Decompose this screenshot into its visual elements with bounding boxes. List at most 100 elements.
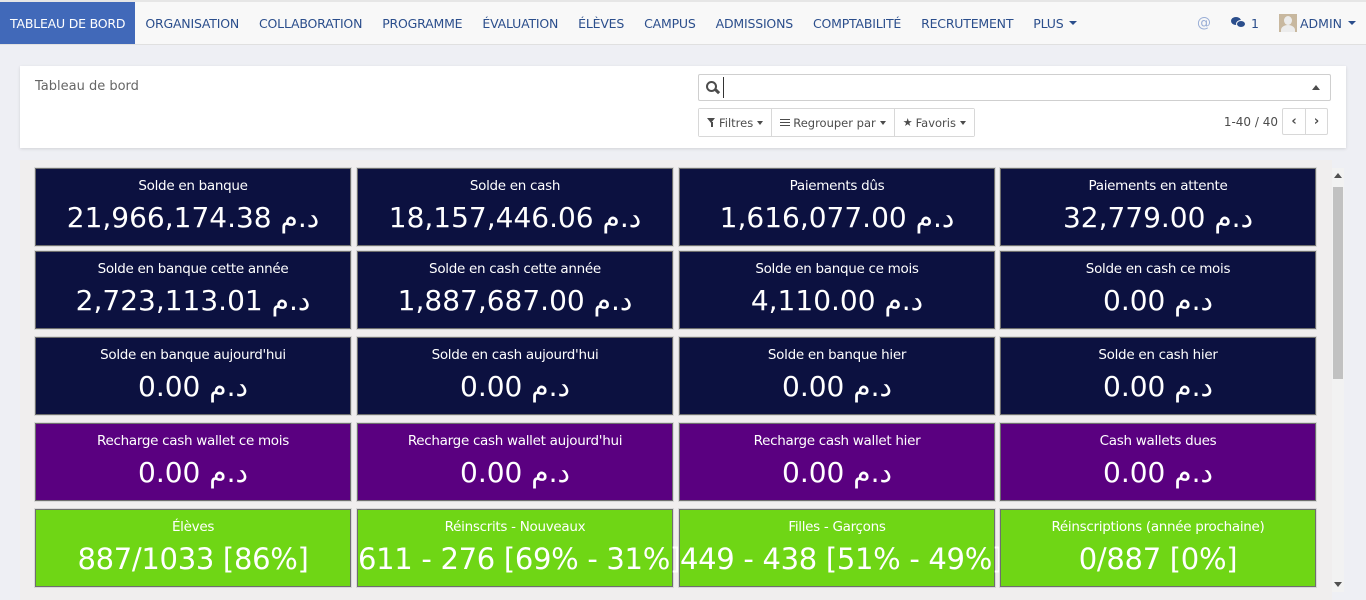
nav-label: PLUS bbox=[1033, 15, 1064, 31]
scroll-down-icon[interactable] bbox=[1334, 582, 1342, 587]
search-icon bbox=[706, 81, 721, 95]
scroll-thumb[interactable] bbox=[1333, 187, 1343, 379]
dashboard-tile[interactable]: Solde en banque aujourd'hui 0.00 د.م bbox=[34, 336, 352, 416]
dashboard-grid: Solde en banque 21,966,174.38 د.م Solde en… bbox=[20, 160, 1332, 600]
tile-value: 18,157,446.06 د.م bbox=[388, 201, 642, 234]
dashboard-tile[interactable]: Filles - Garçons 449 - 438 [51% - 49%] bbox=[678, 508, 1003, 588]
pager-previous-button[interactable]: ‹ bbox=[1283, 109, 1305, 134]
control-panel: Tableau de bord Filtres Regrouper par ★ … bbox=[20, 66, 1346, 148]
nav-comptabilite[interactable]: COMPTABILITÉ bbox=[803, 2, 911, 44]
nav-label: CAMPUS bbox=[644, 15, 696, 31]
tile-label: Élèves bbox=[171, 519, 215, 535]
chevron-left-icon: ‹ bbox=[1291, 114, 1297, 129]
dashboard-tile[interactable]: Paiements en attente 32,779.00 د.م bbox=[999, 167, 1317, 247]
dashboard-tile[interactable]: Recharge cash wallet aujourd'hui 0.00 د.م bbox=[356, 422, 674, 502]
tile-label: Recharge cash wallet ce mois bbox=[97, 433, 289, 449]
tile-label: Recharge cash wallet hier bbox=[753, 433, 921, 449]
dashboard-tile[interactable]: Élèves 887/1033 [86%] bbox=[34, 508, 352, 588]
caret-down-icon bbox=[1348, 21, 1356, 25]
pager-next-button[interactable]: › bbox=[1305, 109, 1327, 134]
nav-eleves[interactable]: ÉLÈVES bbox=[568, 2, 634, 44]
group-by-label: Regrouper par bbox=[793, 115, 876, 130]
nav-programme[interactable]: PROGRAMME bbox=[372, 2, 472, 44]
dashboard-tile[interactable]: Recharge cash wallet ce mois 0.00 د.م bbox=[34, 422, 352, 502]
caret-up-icon[interactable] bbox=[1312, 85, 1320, 90]
tile-label: Solde en cash cette année bbox=[429, 261, 601, 277]
nav-label: COMPTABILITÉ bbox=[812, 15, 902, 31]
breadcrumb: Tableau de bord bbox=[35, 79, 139, 94]
dashboard-tile[interactable]: Solde en cash cette année 1,887,687.00 د.… bbox=[356, 250, 674, 330]
caret-down-icon bbox=[757, 120, 764, 125]
group-by-button[interactable]: Regrouper par bbox=[772, 109, 895, 136]
tile-value: 0/887 [0%] bbox=[1078, 542, 1238, 576]
tile-value: 0.00 د.م bbox=[138, 370, 248, 403]
navbar-systray: @ 1 ADMIN bbox=[1197, 2, 1366, 44]
tile-value: 0.00 د.م bbox=[460, 456, 570, 489]
nav-plus-dropdown[interactable]: PLUS bbox=[1023, 2, 1087, 44]
avatar bbox=[1279, 14, 1297, 32]
messages-button[interactable]: 1 bbox=[1231, 16, 1259, 31]
comments-icon bbox=[1231, 17, 1247, 29]
dashboard-tile[interactable]: Solde en banque hier 0.00 د.م bbox=[678, 336, 996, 416]
chevron-right-icon: › bbox=[1313, 114, 1320, 129]
dashboard-tile[interactable]: Solde en cash hier 0.00 د.م bbox=[999, 336, 1317, 416]
tile-value: 4,110.00 د.م bbox=[750, 284, 924, 317]
tile-label: Solde en banque hier bbox=[767, 347, 907, 363]
dashboard-tile[interactable]: Paiements dûs 1,616,077.00 د.م bbox=[678, 167, 996, 247]
dashboard-tile[interactable]: Solde en banque ce mois 4,110.00 د.م bbox=[678, 250, 996, 330]
nav-recrutement[interactable]: RECRUTEMENT bbox=[911, 2, 1023, 44]
dashboard-tile[interactable]: Cash wallets dues 0.00 د.م bbox=[999, 422, 1317, 502]
pager: 1-40 / 40 ‹ › bbox=[1224, 108, 1328, 135]
tile-label: Solde en banque ce mois bbox=[755, 261, 919, 277]
nav-collaboration[interactable]: COLLABORATION bbox=[249, 2, 372, 44]
nav-label: COLLABORATION bbox=[259, 15, 363, 31]
tile-value: 0.00 د.م bbox=[782, 370, 892, 403]
tile-label: Cash wallets dues bbox=[1099, 433, 1217, 449]
tile-value: 1,616,077.00 د.م bbox=[719, 201, 955, 234]
tile-value: 0.00 د.م bbox=[1103, 456, 1213, 489]
dashboard-tile[interactable]: Solde en banque cette année 2,723,113.01 … bbox=[34, 250, 352, 330]
pager-buttons: ‹ › bbox=[1282, 108, 1328, 135]
user-menu[interactable]: ADMIN bbox=[1279, 14, 1356, 32]
nav-campus[interactable]: CAMPUS bbox=[634, 2, 706, 44]
dashboard-tile[interactable]: Solde en banque 21,966,174.38 د.م bbox=[34, 167, 352, 247]
tile-label: Réinscriptions (année prochaine) bbox=[1051, 519, 1265, 535]
tile-label: Solde en banque bbox=[138, 178, 248, 194]
tile-value: 0.00 د.م bbox=[782, 456, 892, 489]
dashboard-tile[interactable]: Solde en cash ce mois 0.00 د.م bbox=[999, 250, 1317, 330]
dashboard-tile[interactable]: Recharge cash wallet hier 0.00 د.م bbox=[678, 422, 996, 502]
nav-label: ÉVALUATION bbox=[482, 15, 559, 31]
nav-admissions[interactable]: ADMISSIONS bbox=[706, 2, 803, 44]
nav-label: ADMISSIONS bbox=[715, 15, 794, 31]
tile-label: Paiements en attente bbox=[1088, 178, 1228, 194]
tile-label: Solde en cash hier bbox=[1098, 347, 1218, 363]
nav-organisation[interactable]: ORGANISATION bbox=[135, 2, 249, 44]
search-box bbox=[698, 74, 1331, 101]
scroll-up-icon[interactable] bbox=[1334, 173, 1342, 178]
caret-down-icon bbox=[879, 120, 886, 125]
filters-button[interactable]: Filtres bbox=[699, 109, 773, 136]
dashboard-tile[interactable]: Réinscriptions (année prochaine) 0/887 [0… bbox=[999, 508, 1317, 588]
pager-value[interactable]: 1-40 / 40 bbox=[1224, 115, 1278, 129]
scrollbar[interactable] bbox=[1332, 168, 1344, 592]
messages-count: 1 bbox=[1251, 15, 1259, 31]
filter-icon bbox=[707, 118, 716, 127]
tile-label: Solde en cash bbox=[469, 178, 561, 194]
at-icon[interactable]: @ bbox=[1197, 15, 1211, 31]
nav-evaluation[interactable]: ÉVALUATION bbox=[472, 2, 568, 44]
bars-icon bbox=[780, 118, 791, 127]
nav-label: PROGRAMME bbox=[382, 15, 463, 31]
search-input[interactable] bbox=[723, 77, 1293, 98]
tile-value: 887/1033 [86%] bbox=[77, 542, 309, 576]
dashboard-tile[interactable]: Solde en cash aujourd'hui 0.00 د.م bbox=[356, 336, 674, 416]
tile-value: 32,779.00 د.م bbox=[1062, 201, 1254, 234]
caret-down-icon bbox=[1069, 21, 1078, 25]
tile-label: Solde en cash ce mois bbox=[1085, 261, 1231, 277]
nav-label: TABLEAU DE BORD bbox=[10, 15, 126, 31]
favorites-label: Favoris bbox=[915, 115, 956, 130]
nav-tableau-de-bord[interactable]: TABLEAU DE BORD bbox=[0, 2, 136, 44]
dashboard-tile[interactable]: Réinscrits - Nouveaux 611 - 276 [69% - 31… bbox=[356, 508, 681, 588]
tile-value: 0.00 د.م bbox=[460, 370, 570, 403]
dashboard-tile[interactable]: Solde en cash 18,157,446.06 د.م bbox=[356, 167, 674, 247]
favorites-button[interactable]: ★ Favoris bbox=[894, 109, 974, 136]
